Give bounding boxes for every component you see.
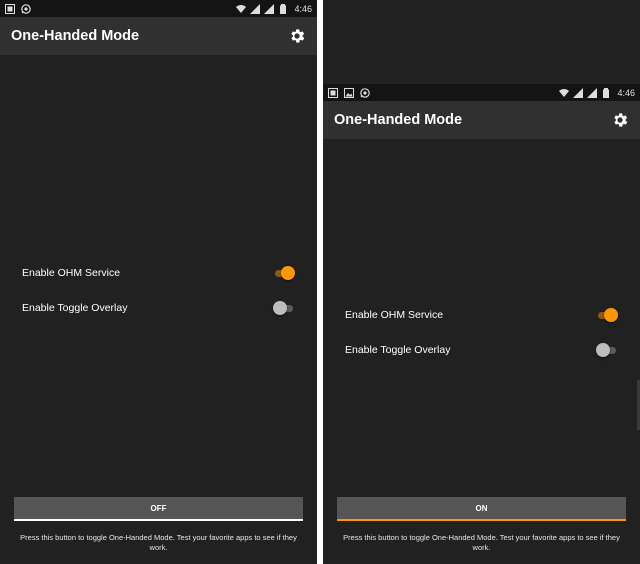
setting-row-ohm-service[interactable]: Enable OHM Service: [323, 301, 640, 329]
toggle-overlay-switch[interactable]: [596, 343, 618, 357]
signal-icon-2: [264, 3, 275, 14]
ohm-toggle-button[interactable]: OFF: [14, 497, 303, 521]
app-bar: One-Handed Mode: [0, 17, 317, 55]
whatsapp-icon: [360, 87, 370, 98]
battery-icon: [601, 87, 611, 98]
setting-label: Enable Toggle Overlay: [345, 344, 451, 356]
image-icon: [344, 87, 354, 98]
wifi-icon: [236, 4, 247, 14]
ohm-toggle-button[interactable]: ON: [337, 497, 626, 521]
phone-screen-left: 4:46 One-Handed Mode Enable OHM Service …: [0, 0, 317, 564]
app-bar: One-Handed Mode: [323, 101, 640, 139]
signal-icon: [573, 87, 584, 98]
app-title: One-Handed Mode: [334, 112, 463, 128]
ohm-service-switch[interactable]: [273, 266, 295, 280]
app-title: One-Handed Mode: [11, 28, 140, 44]
status-bar: 4:46: [0, 0, 317, 17]
screenshot-icon: [5, 3, 15, 14]
setting-label: Enable Toggle Overlay: [22, 302, 128, 314]
screenshot-icon: [328, 87, 338, 98]
phone-screen-right: 4:46 One-Handed Mode Enable OHM Service …: [323, 0, 640, 564]
setting-row-toggle-overlay[interactable]: Enable Toggle Overlay: [323, 336, 640, 364]
status-time: 4:46: [617, 87, 635, 98]
setting-row-ohm-service[interactable]: Enable OHM Service: [0, 259, 317, 287]
setting-row-toggle-overlay[interactable]: Enable Toggle Overlay: [0, 294, 317, 322]
toggle-overlay-switch[interactable]: [273, 301, 295, 315]
battery-icon: [278, 3, 288, 14]
help-text: Press this button to toggle One-Handed M…: [343, 533, 620, 552]
setting-label: Enable OHM Service: [22, 267, 121, 279]
signal-icon-2: [587, 87, 598, 98]
help-text: Press this button to toggle One-Handed M…: [20, 533, 297, 552]
gear-icon[interactable]: [611, 111, 629, 129]
ohm-service-switch[interactable]: [596, 308, 618, 322]
wifi-icon: [559, 88, 570, 98]
setting-label: Enable OHM Service: [345, 309, 444, 321]
whatsapp-icon: [21, 3, 31, 14]
gear-icon[interactable]: [288, 27, 306, 45]
signal-icon: [250, 3, 261, 14]
status-time: 4:46: [294, 3, 312, 14]
status-bar: 4:46: [323, 84, 640, 101]
